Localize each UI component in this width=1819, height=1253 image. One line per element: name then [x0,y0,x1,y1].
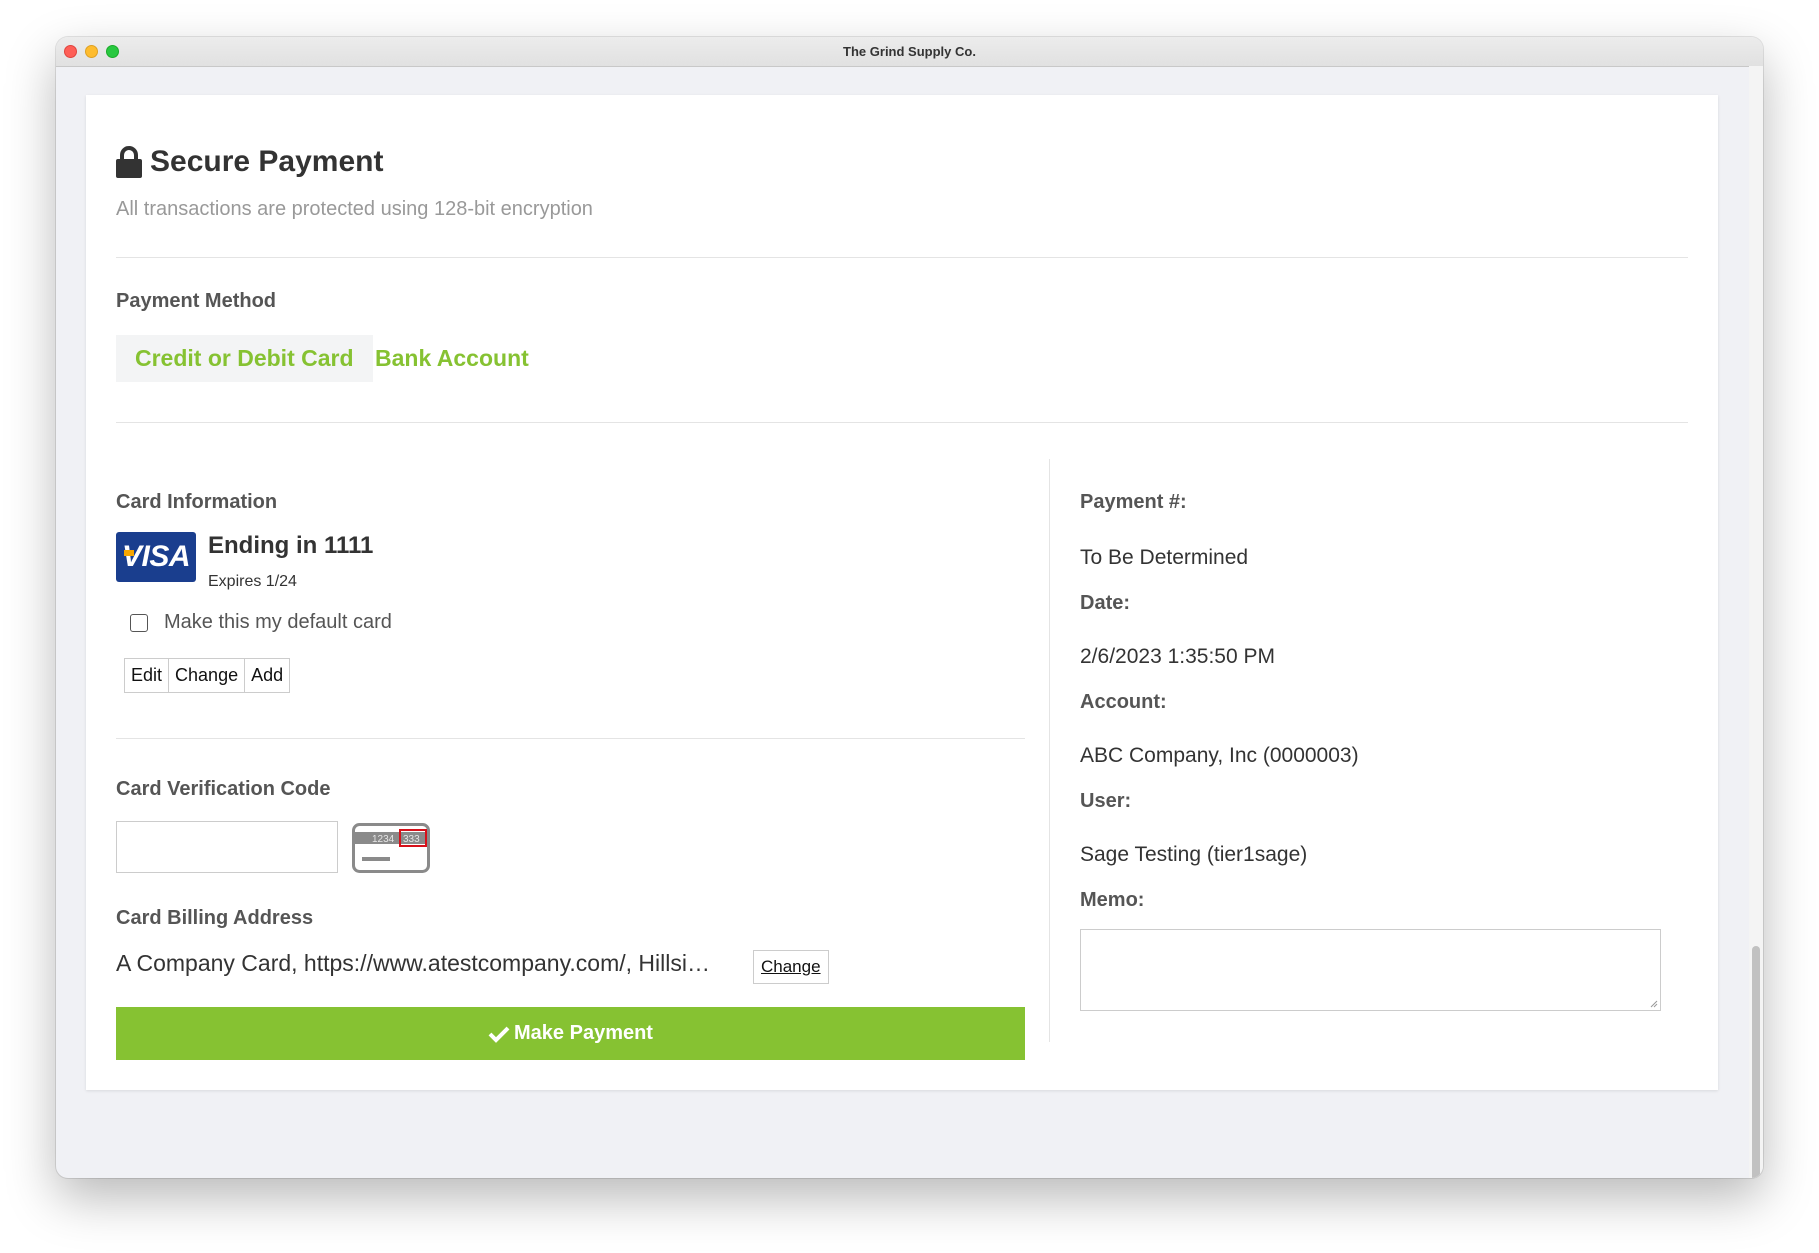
card-number-hint: 1234 [372,834,395,845]
card-ending: Ending in 1111 [208,532,374,559]
edit-card-button[interactable]: Edit [125,659,170,692]
card-expiry: Expires 1/24 [208,573,297,590]
app-window: The Grind Supply Co. Secure Payment All … [56,37,1763,1178]
date-value: 2/6/2023 1:35:50 PM [1080,645,1275,668]
card-brand: VISA [121,540,191,573]
cvc-code-hint: 333 [403,834,420,845]
page-header: Secure Payment [116,145,383,179]
date-label: Date: [1080,592,1131,614]
memo-label: Memo: [1080,889,1145,911]
resize-grip-icon[interactable] [1648,998,1658,1008]
make-payment-label: Make Payment [514,1022,653,1044]
memo-textarea[interactable] [1080,929,1661,1011]
billing-address: A Company Card, https://www.atestcompany… [116,950,710,976]
cvc-input[interactable] [116,821,338,873]
tab-credit-card[interactable]: Credit or Debit Card [116,335,373,382]
payment-number-value: To Be Determined [1080,546,1249,569]
user-label: User: [1080,790,1132,812]
add-card-button[interactable]: Add [245,659,290,692]
change-card-button[interactable]: Change [169,659,246,692]
account-label: Account: [1080,691,1167,713]
column-divider [1049,459,1050,1042]
default-card-checkbox[interactable] [130,613,148,632]
tab-bank-account[interactable]: Bank Account [356,335,548,382]
lock-icon [116,146,142,178]
title-bar: The Grind Supply Co. [56,37,1763,67]
change-billing-button[interactable]: Change [753,950,829,984]
scrollbar-thumb[interactable] [1752,946,1760,1178]
divider [116,257,1688,258]
user-value: Sage Testing (tier1sage) [1080,843,1308,866]
cvc-hint-icon: 1234 333 [352,823,430,873]
window-title: The Grind Supply Co. [843,44,976,59]
payment-card: Secure Payment All transactions are prot… [86,95,1718,1090]
check-icon [488,1026,510,1043]
billing-address-label: Card Billing Address [116,907,314,929]
scrollbar[interactable] [1749,66,1763,1178]
cvc-label: Card Verification Code [116,778,331,800]
card-actions: Edit Change Add [124,658,291,693]
encryption-note: All transactions are protected using 128… [116,198,593,220]
default-card-option[interactable]: Make this my default card [130,611,392,634]
account-value: ABC Company, Inc (0000003) [1080,744,1359,767]
payment-method-label: Payment Method [116,290,277,312]
visa-logo: VISA [116,532,196,582]
payment-number-label: Payment #: [1080,491,1187,513]
divider [116,738,1025,739]
make-payment-button[interactable]: Make Payment [116,1007,1025,1060]
card-information-label: Card Information [116,491,278,513]
page-title: Secure Payment [150,145,384,178]
default-card-label: Make this my default card [164,611,392,633]
divider [116,422,1688,423]
